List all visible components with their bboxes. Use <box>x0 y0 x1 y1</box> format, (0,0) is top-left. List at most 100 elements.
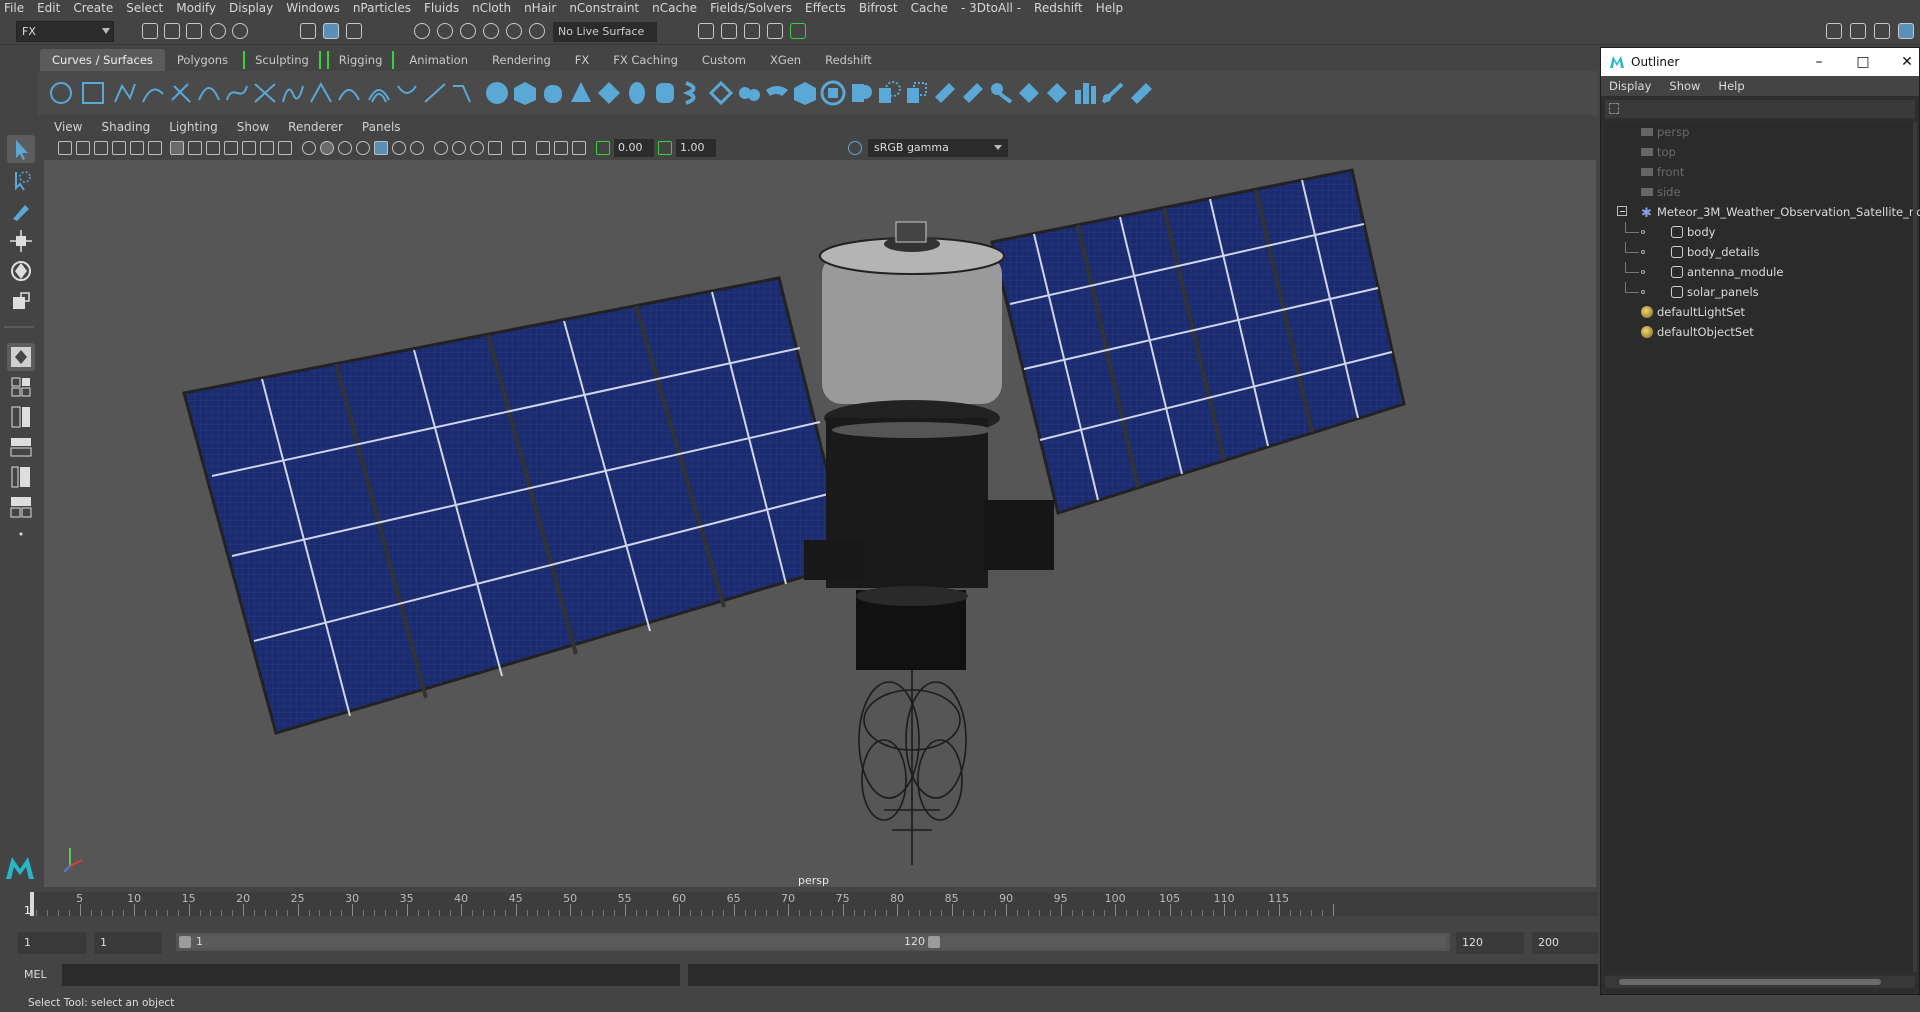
use-all-lights-icon[interactable] <box>392 141 406 155</box>
grid-toggle-icon[interactable] <box>170 141 184 155</box>
shelf-tab[interactable]: XGen <box>758 49 813 71</box>
viewport-menu-item[interactable]: Panels <box>362 120 401 134</box>
paint-select-tool-icon[interactable] <box>7 197 35 225</box>
reverse-curve-icon[interactable] <box>394 80 420 106</box>
detach-curves-icon[interactable] <box>280 80 306 106</box>
attach-curves-icon[interactable] <box>252 80 278 106</box>
viewport-menu-item[interactable]: Show <box>237 120 269 134</box>
four-view-layout-icon[interactable] <box>7 373 35 401</box>
menu-item[interactable]: Windows <box>286 0 340 17</box>
viewport-menu-item[interactable]: Lighting <box>169 120 218 134</box>
nurbs-circle-icon[interactable] <box>48 80 74 106</box>
cv-curve-tool-icon[interactable] <box>112 80 138 106</box>
extrude-icon[interactable] <box>736 80 762 106</box>
menu-item[interactable]: nParticles <box>353 0 411 17</box>
view-transform-dropdown[interactable]: sRGB gamma <box>868 139 1008 157</box>
time-slider-track[interactable]: 5 10 15 20 25 30 35 40 45 50 55 60 65 70 75 80 85 90 95 100… <box>30 892 1598 916</box>
viewport-menu-item[interactable]: Shading <box>101 120 150 134</box>
snap-to-point-icon[interactable] <box>460 23 476 39</box>
trim-tool-icon[interactable] <box>932 80 958 106</box>
ipr-render-icon[interactable] <box>721 23 737 39</box>
lasso-tool-icon[interactable] <box>7 167 35 195</box>
outliner-horizontal-scrollbar[interactable] <box>1605 976 1915 988</box>
exposure-toggle-icon[interactable] <box>596 141 610 155</box>
filter-icon[interactable] <box>1609 103 1619 114</box>
nurbs-square-icon[interactable] <box>80 80 106 106</box>
hypershade-icon[interactable] <box>767 23 783 39</box>
depth-of-field-icon[interactable] <box>488 141 502 155</box>
undo-icon[interactable] <box>210 23 226 39</box>
tool-settings-toggle-icon[interactable] <box>1898 23 1914 39</box>
shelf-tab[interactable]: Polygons <box>165 49 240 71</box>
menu-item[interactable]: Bifrost <box>859 0 898 17</box>
menu-item[interactable]: Edit <box>37 0 60 17</box>
rotate-tool-icon[interactable] <box>7 257 35 285</box>
bezier-curve-icon[interactable] <box>224 80 250 106</box>
outliner-row[interactable]: solar_panels <box>1605 282 1915 302</box>
xray-active-components-icon[interactable] <box>554 141 568 155</box>
time-slider[interactable]: 5 10 15 20 25 30 35 40 45 50 55 60 65 70 75 80 85 90 95 100… <box>0 888 1600 922</box>
rebuild-surface-icon[interactable] <box>1128 80 1154 106</box>
shelf-tab[interactable]: FX Caching <box>601 49 690 71</box>
nurbs-cone-icon[interactable] <box>568 80 594 106</box>
outliner-row[interactable]: body_details <box>1605 242 1915 262</box>
shelf-tab[interactable]: Sculpting <box>243 51 321 69</box>
gamma-field[interactable]: 1.00 <box>676 139 716 157</box>
outliner-row[interactable]: defaultLightSet <box>1605 302 1915 322</box>
gamma-toggle-icon[interactable] <box>658 141 672 155</box>
render-frame-icon[interactable] <box>698 23 714 39</box>
script-language-label[interactable]: MEL <box>24 968 47 981</box>
field-chart-icon[interactable] <box>242 141 256 155</box>
visibility-dot-icon[interactable] <box>1641 290 1645 294</box>
open-close-surface-icon[interactable] <box>1044 80 1070 106</box>
project-curve-icon[interactable] <box>876 80 902 106</box>
gate-mask-icon[interactable] <box>224 141 238 155</box>
menu-item[interactable]: Fluids <box>424 0 459 17</box>
outliner-menu-item[interactable]: Help <box>1718 79 1744 93</box>
screen-space-ao-icon[interactable] <box>434 141 448 155</box>
visibility-dot-icon[interactable] <box>1641 230 1645 234</box>
two-side-layout-icon[interactable] <box>7 403 35 431</box>
range-start-handle[interactable] <box>179 936 191 948</box>
menu-item[interactable]: Select <box>126 0 163 17</box>
grease-pencil-icon[interactable] <box>148 141 162 155</box>
insert-knot-icon[interactable] <box>308 80 334 106</box>
outliner-row[interactable]: front <box>1605 162 1915 182</box>
safe-title-icon[interactable] <box>278 141 292 155</box>
live-surface-field[interactable]: No Live Surface <box>553 22 657 42</box>
new-scene-icon[interactable] <box>142 23 158 39</box>
extend-surface-icon[interactable] <box>1100 80 1126 106</box>
smooth-shade-icon[interactable] <box>320 141 334 155</box>
single-perspective-layout-icon[interactable] <box>7 343 35 371</box>
fillet-curve-icon[interactable] <box>450 80 476 106</box>
xray-icon[interactable] <box>536 141 550 155</box>
camera-attributes-icon[interactable] <box>76 141 90 155</box>
outliner-search-field[interactable] <box>1605 100 1915 118</box>
playback-start-field[interactable]: 1 <box>94 932 162 954</box>
select-by-hierarchy-icon[interactable] <box>300 23 316 39</box>
menu-item[interactable]: Help <box>1096 0 1123 17</box>
safe-action-icon[interactable] <box>260 141 274 155</box>
visibility-dot-icon[interactable] <box>1641 250 1645 254</box>
workspace-icon[interactable] <box>1826 23 1842 39</box>
menu-set-dropdown[interactable]: FX <box>16 21 114 42</box>
render-view-icon[interactable] <box>790 23 806 39</box>
outliner-persp-layout-icon[interactable] <box>7 463 35 491</box>
move-tool-icon[interactable] <box>7 227 35 255</box>
loft-icon[interactable] <box>680 80 706 106</box>
default-material-icon[interactable] <box>338 141 352 155</box>
shelf-tab[interactable]: FX <box>563 49 602 71</box>
visibility-dot-icon[interactable] <box>1641 270 1645 274</box>
perspective-viewport[interactable]: persp <box>44 160 1596 887</box>
insert-isoparm-icon[interactable] <box>1072 80 1098 106</box>
scale-tool-icon[interactable] <box>7 287 35 315</box>
resolution-gate-icon[interactable] <box>206 141 220 155</box>
two-stacked-layout-icon[interactable] <box>7 433 35 461</box>
menu-item[interactable]: - 3DtoAll - <box>961 0 1021 17</box>
make-live-icon[interactable] <box>506 23 522 39</box>
channel-box-toggle-icon[interactable] <box>1850 23 1866 39</box>
untrim-icon[interactable] <box>960 80 986 106</box>
view-transform-icon[interactable] <box>130 141 144 155</box>
maximize-button[interactable]: □ <box>1853 52 1873 72</box>
command-input[interactable] <box>62 964 680 986</box>
